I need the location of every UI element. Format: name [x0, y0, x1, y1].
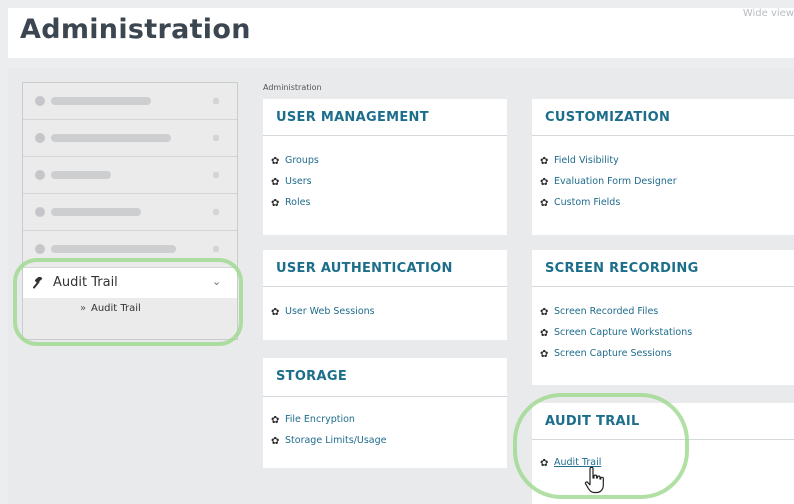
- link-file-encryption[interactable]: File Encryption: [285, 414, 355, 425]
- wide-view-link[interactable]: Wide view: [743, 8, 794, 19]
- storage-icon: [35, 170, 45, 180]
- hand-cursor-icon: [584, 466, 604, 494]
- link-screen-capture-sessions[interactable]: Screen Capture Sessions: [554, 348, 672, 359]
- gear-icon: ✿: [540, 328, 549, 339]
- gear-icon: ✿: [271, 198, 280, 209]
- chevron-down-icon: [213, 246, 219, 252]
- screen-icon: [35, 244, 45, 254]
- chevron-down-icon: [213, 172, 219, 178]
- card-divider: [263, 135, 507, 136]
- gear-icon: ✿: [271, 177, 280, 188]
- chevron-down-icon: [213, 98, 219, 104]
- card-title: USER AUTHENTICATION: [276, 261, 453, 276]
- highlight-ring: [13, 258, 243, 346]
- sidebar-item-customization[interactable]: [23, 194, 237, 231]
- chevron-down-icon: [213, 135, 219, 141]
- card-divider: [532, 286, 794, 287]
- users-icon: [35, 96, 45, 106]
- gear-icon: ✿: [271, 436, 280, 447]
- gear-icon: ✿: [271, 415, 280, 426]
- link-groups[interactable]: Groups: [285, 155, 319, 166]
- link-users[interactable]: Users: [285, 176, 312, 187]
- gear-icon: ✿: [271, 156, 280, 167]
- page-title: Administration: [20, 14, 251, 45]
- link-roles[interactable]: Roles: [285, 197, 310, 208]
- card-title: SCREEN RECORDING: [545, 261, 699, 276]
- sidebar-item-storage[interactable]: [23, 157, 237, 194]
- link-screen-recorded-files[interactable]: Screen Recorded Files: [554, 306, 658, 317]
- chevron-down-icon: [213, 209, 219, 215]
- gear-icon: ✿: [271, 307, 280, 318]
- card-title: STORAGE: [276, 369, 348, 384]
- card-divider: [263, 286, 507, 287]
- page-header: Administration Wide view: [8, 8, 794, 58]
- card-divider: [263, 396, 507, 397]
- sidebar-item-user-management[interactable]: [23, 83, 237, 120]
- link-storage-limits-usage[interactable]: Storage Limits/Usage: [285, 435, 387, 446]
- card-divider: [532, 135, 794, 136]
- lock-icon: [35, 133, 45, 143]
- card-storage: STORAGE ✿ File Encryption ✿ Storage Limi…: [263, 358, 507, 468]
- card-user-authentication: USER AUTHENTICATION ✿ User Web Sessions: [263, 250, 507, 340]
- link-evaluation-form-designer[interactable]: Evaluation Form Designer: [554, 176, 677, 187]
- card-customization: CUSTOMIZATION ✿ Field Visibility ✿ Evalu…: [532, 99, 794, 235]
- card-user-management: USER MANAGEMENT ✿ Groups ✿ Users ✿ Roles: [263, 99, 507, 235]
- link-field-visibility[interactable]: Field Visibility: [554, 155, 619, 166]
- link-user-web-sessions[interactable]: User Web Sessions: [285, 306, 375, 317]
- gear-icon: ✿: [540, 307, 549, 318]
- link-screen-capture-workstations[interactable]: Screen Capture Workstations: [554, 327, 692, 338]
- gear-icon: ✿: [540, 156, 549, 167]
- card-title: USER MANAGEMENT: [276, 110, 429, 125]
- gear-icon: ✿: [540, 349, 549, 360]
- sidebar-item-user-authentication[interactable]: [23, 120, 237, 157]
- card-title: CUSTOMIZATION: [545, 110, 671, 125]
- gear-icon: ✿: [540, 177, 549, 188]
- link-custom-fields[interactable]: Custom Fields: [554, 197, 620, 208]
- breadcrumb: Administration: [263, 83, 322, 92]
- gear-icon: ✿: [540, 198, 549, 209]
- card-screen-recording: SCREEN RECORDING ✿ Screen Recorded Files…: [532, 250, 794, 385]
- customize-icon: [35, 207, 45, 217]
